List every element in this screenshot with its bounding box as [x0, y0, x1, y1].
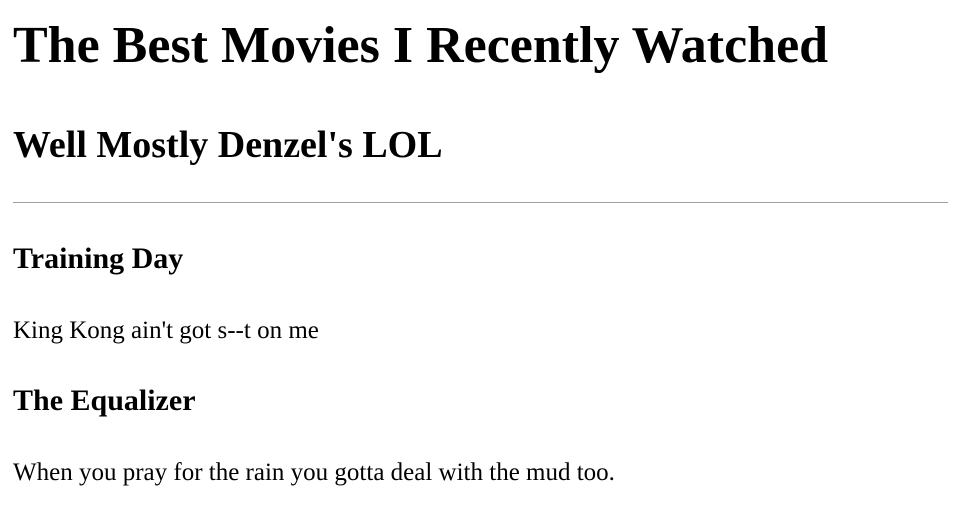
movie-quote: When you pray for the rain you gotta dea… — [13, 459, 615, 486]
page-subtitle: Well Mostly Denzel's LOL — [13, 124, 443, 166]
divider — [13, 202, 948, 203]
movie-quote: King Kong ain't got s--t on me — [13, 317, 319, 344]
movie-title: The Equalizer — [13, 384, 196, 417]
movie-title: Training Day — [13, 242, 184, 275]
page-title: The Best Movies I Recently Watched — [13, 17, 829, 74]
